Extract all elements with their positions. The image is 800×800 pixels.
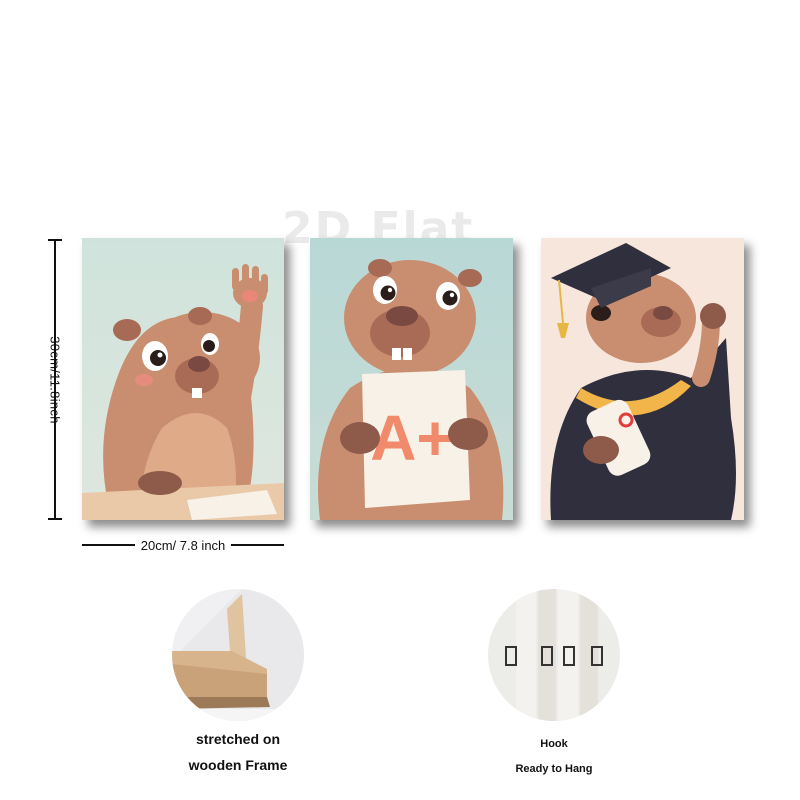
canvas-panel-1: [82, 238, 284, 520]
grade-label: A+: [370, 402, 454, 474]
frame-caption-line1: stretched on: [195, 731, 280, 747]
width-dimension-line-right: [231, 544, 285, 546]
height-dimension-cap-bottom: [48, 518, 62, 520]
height-dimension-label: 30cm/11.8inch: [47, 336, 63, 424]
capybara-holding-paper-illustration: A+: [310, 238, 513, 520]
height-dimension-cap-top: [48, 239, 62, 241]
canvas-panel-3: [541, 238, 744, 520]
hook-caption-line1: Hook: [540, 738, 568, 750]
paper-text: A+: [370, 402, 454, 474]
width-dimension: 20cm/ 7.8 inch: [82, 536, 285, 554]
capybara-graduate-illustration: [541, 238, 744, 520]
hook-detail-photo: [488, 589, 620, 721]
canvas-panel-2: A+: [310, 238, 513, 520]
width-dimension-label: 20cm/ 7.8 inch: [140, 537, 226, 553]
width-dimension-line-left: [82, 544, 135, 546]
hook-caption-line2: Ready to Hang: [515, 763, 593, 775]
wooden-frame-detail-photo: [172, 589, 304, 721]
capybara-raising-paw-illustration: [82, 238, 284, 520]
frame-caption-line2: wooden Frame: [188, 757, 288, 773]
